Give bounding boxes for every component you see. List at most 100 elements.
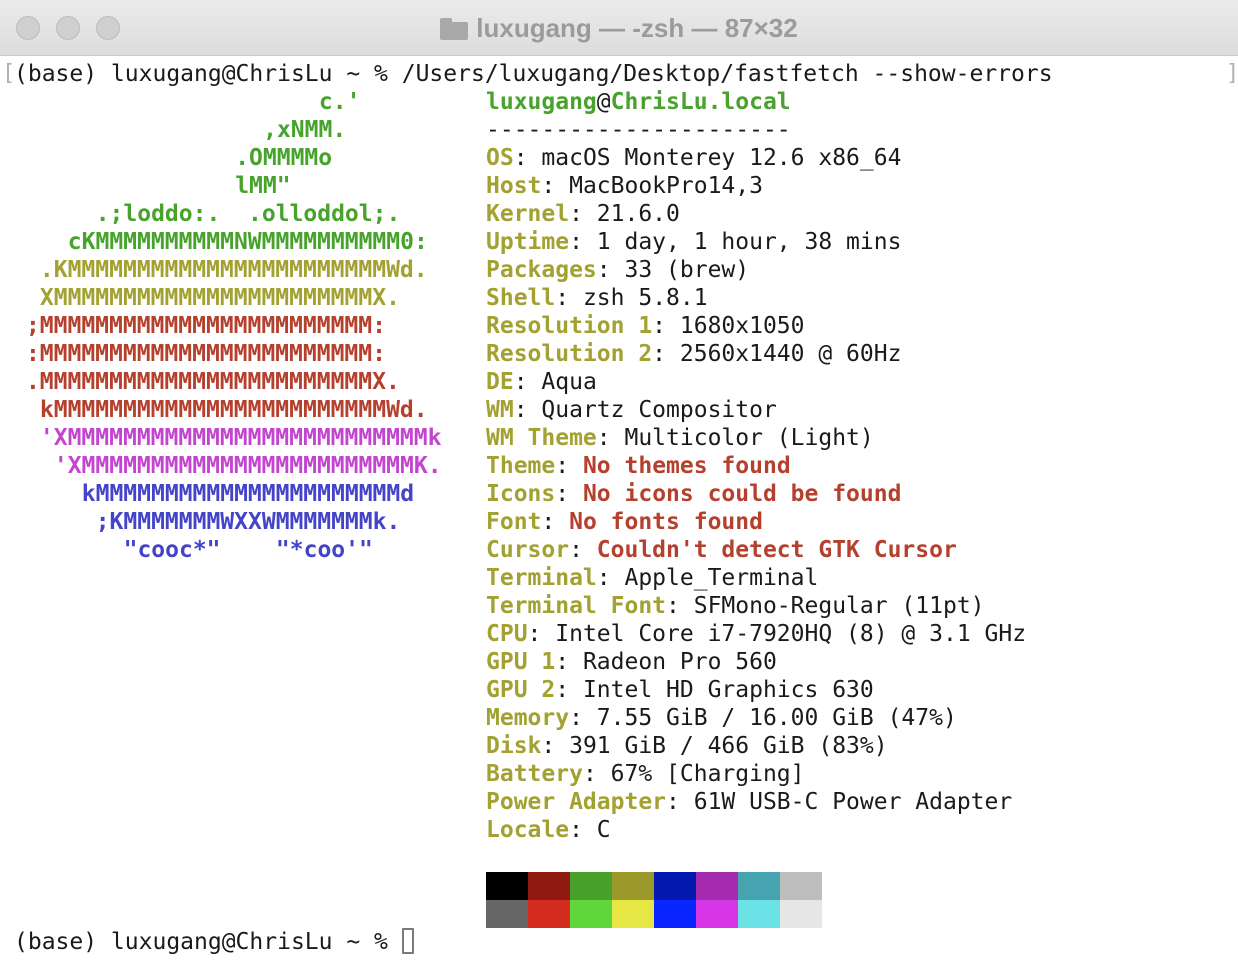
info-colon: :: [569, 537, 597, 563]
info-value: No fonts found: [569, 509, 763, 535]
color-swatch: [654, 872, 696, 900]
info-colon: :: [652, 313, 680, 339]
info-label: GPU 2: [486, 677, 556, 703]
info-value: Aqua: [541, 369, 597, 395]
info-colon: :: [569, 817, 597, 843]
user-host-header: luxugang@ChrisLu.local: [486, 88, 791, 116]
info-colon: :: [555, 285, 583, 311]
mark-bracket-right: ]: [1226, 61, 1238, 86]
logo-line: 'XMMMMMMMMMMMMMMMMMMMMMMMMK.: [53, 453, 442, 479]
command-prompt: (base) luxugang@ChrisLu ~ %: [14, 61, 402, 87]
info-label: Memory: [486, 705, 570, 731]
info-colon: :: [555, 453, 583, 479]
info-row: WM: Quartz Compositor: [486, 396, 777, 424]
info-label: Uptime: [486, 229, 570, 255]
final-prompt-line[interactable]: (base) luxugang@ChrisLu ~ %: [14, 928, 414, 956]
info-value: Radeon Pro 560: [582, 649, 777, 675]
color-swatch: [780, 872, 822, 900]
info-label: Icons: [486, 481, 556, 507]
info-colon: :: [652, 341, 680, 367]
logo-line: c.': [318, 89, 361, 115]
info-row: Packages: 33 (brew): [486, 256, 749, 284]
color-swatch: [738, 872, 780, 900]
info-value: SFMono-Regular (11pt): [693, 593, 985, 619]
color-swatch: [696, 872, 738, 900]
color-palette: [486, 872, 822, 928]
info-value: 21.6.0: [596, 201, 680, 227]
logo-line: 'XMMMMMMMMMMMMMMMMMMMMMMMMMMk: [39, 425, 442, 451]
info-row: WM Theme: Multicolor (Light): [486, 424, 874, 452]
info-colon: :: [555, 649, 583, 675]
info-colon: :: [666, 593, 694, 619]
info-row: Shell: zsh 5.8.1: [486, 284, 708, 312]
logo-line: :MMMMMMMMMMMMMMMMMMMMMMMM:: [25, 341, 386, 367]
logo-line: .MMMMMMMMMMMMMMMMMMMMMMMMX.: [25, 369, 400, 395]
info-colon: :: [596, 565, 625, 591]
info-label: Power Adapter: [486, 789, 667, 815]
logo-line: .KMMMMMMMMMMMMMMMMMMMMMMMWd.: [39, 257, 428, 283]
info-colon: :: [596, 425, 625, 451]
info-value: 61W USB-C Power Adapter: [693, 789, 1013, 815]
info-row: Disk: 391 GiB / 466 GiB (83%): [486, 732, 888, 760]
info-label: GPU 1: [486, 649, 556, 675]
separator-line: ----------------------: [486, 117, 791, 143]
color-swatch: [696, 900, 738, 928]
logo-line: lMM": [235, 173, 291, 199]
info-label: Disk: [486, 733, 542, 759]
color-swatch: [486, 900, 528, 928]
info-label: DE: [486, 369, 514, 395]
logo-line: ;KMMMMMMMWXXWMMMMMMMk.: [95, 509, 401, 535]
info-value: 1 day, 1 hour, 38 mins: [596, 229, 902, 255]
info-row: Host: MacBookPro14,3: [486, 172, 763, 200]
info-value: 1680x1050: [679, 313, 805, 339]
color-swatch: [528, 872, 570, 900]
info-row: Terminal Font: SFMono-Regular (11pt): [486, 592, 985, 620]
info-label: WM: [486, 397, 514, 423]
info-row: Power Adapter: 61W USB-C Power Adapter: [486, 788, 1012, 816]
info-colon: :: [513, 397, 542, 423]
info-value: Intel HD Graphics 630: [582, 677, 874, 703]
info-value: C: [596, 817, 611, 843]
logo-line: cKMMMMMMMMMMNWMMMMMMMMMM0:: [67, 229, 428, 255]
info-label: Terminal: [486, 565, 597, 591]
info-row: OS: macOS Monterey 12.6 x86_64: [486, 144, 901, 172]
color-swatch: [780, 900, 822, 928]
title-bar[interactable]: luxugang — -zsh — 87×32: [0, 0, 1238, 56]
info-value: zsh 5.8.1: [582, 285, 708, 311]
info-colon: :: [569, 201, 597, 227]
terminal-output[interactable]: [ ] (base) luxugang@ChrisLu ~ % /Users/l…: [0, 56, 1238, 966]
terminal-window: luxugang — -zsh — 87×32 [ ] (base) luxug…: [0, 0, 1238, 966]
logo-line: ,xNMM.: [263, 117, 347, 143]
info-row: Font: No fonts found: [486, 508, 763, 536]
info-label: Host: [486, 173, 542, 199]
info-row: Resolution 2: 2560x1440 @ 60Hz: [486, 340, 901, 368]
info-row: Icons: No icons could be found: [486, 480, 901, 508]
info-row: Terminal: Apple_Terminal: [486, 564, 818, 592]
info-row: Kernel: 21.6.0: [486, 200, 680, 228]
info-row: GPU 2: Intel HD Graphics 630: [486, 676, 874, 704]
color-swatch: [612, 900, 654, 928]
info-colon: :: [541, 509, 570, 535]
color-swatch: [528, 900, 570, 928]
info-value: Couldn't detect GTK Cursor: [596, 537, 957, 563]
color-swatch: [486, 872, 528, 900]
window-title: luxugang — -zsh — 87×32: [476, 13, 798, 43]
user-name: luxugang: [486, 89, 597, 115]
at-sign: @: [596, 89, 611, 115]
info-label: Kernel: [486, 201, 570, 227]
info-row: CPU: Intel Core i7-7920HQ (8) @ 3.1 GHz: [486, 620, 1026, 648]
info-value: Apple_Terminal: [624, 565, 819, 591]
info-row: Locale: C: [486, 816, 611, 844]
logo-line: XMMMMMMMMMMMMMMMMMMMMMMMX.: [39, 285, 400, 311]
info-value: Multicolor (Light): [624, 425, 874, 451]
info-colon: :: [569, 229, 597, 255]
info-row: Resolution 1: 1680x1050: [486, 312, 805, 340]
info-label: Resolution 2: [486, 341, 653, 367]
info-row: GPU 1: Radeon Pro 560: [486, 648, 777, 676]
info-label: Font: [486, 509, 542, 535]
info-value: 391 GiB / 466 GiB (83%): [569, 733, 888, 759]
info-label: Shell: [486, 285, 556, 311]
info-label: Locale: [486, 817, 570, 843]
logo-line: "cooc*" "*coo'": [123, 537, 373, 563]
info-value: Quartz Compositor: [541, 397, 777, 423]
